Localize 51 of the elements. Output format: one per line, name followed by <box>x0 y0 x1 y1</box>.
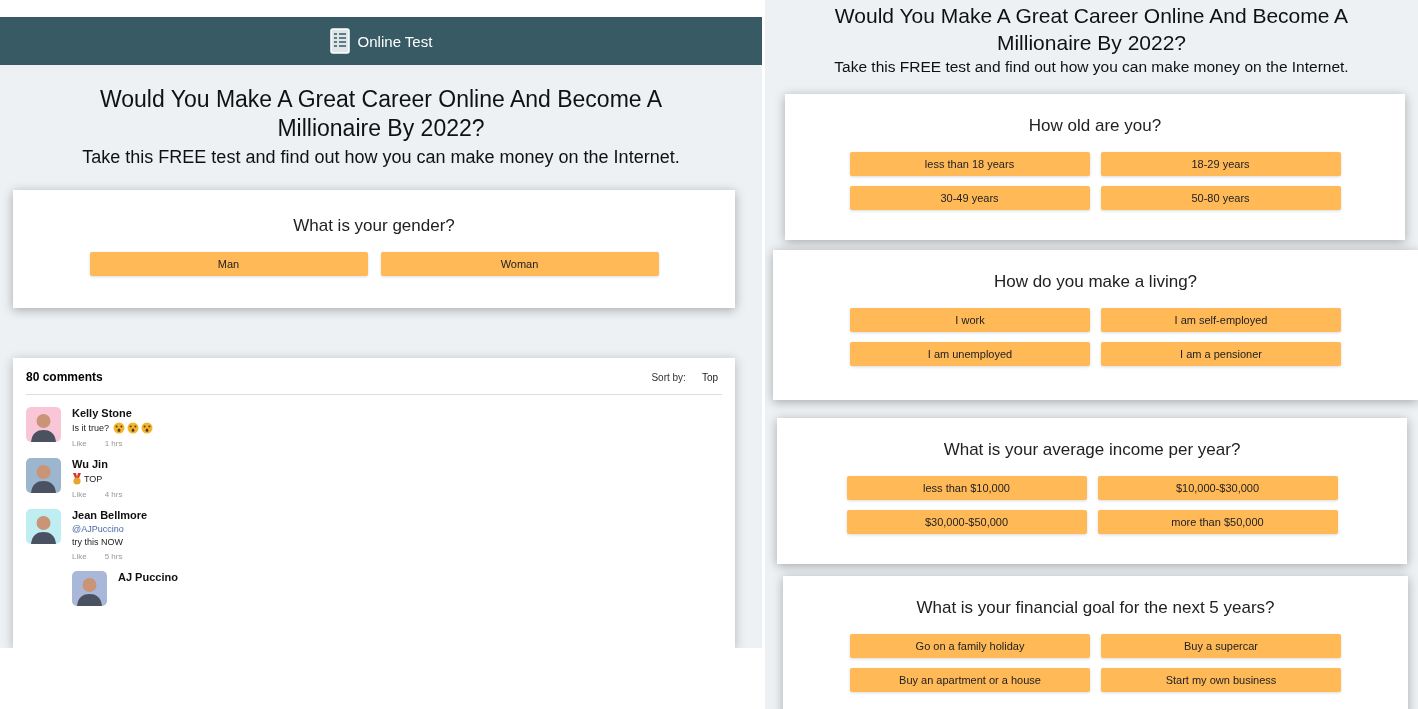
comment-text: Is it true? <box>72 423 109 433</box>
question-title: What is your average income per year? <box>942 440 1242 460</box>
comment-text: TOP <box>84 474 103 484</box>
answer-button[interactable]: less than $10,000 <box>846 476 1087 500</box>
headline: Would You Make A Great Career Online And Become A Millionaire By 2022? <box>833 3 1350 56</box>
question-title: What is your gender? <box>292 216 456 236</box>
shocked-face-icon <box>141 422 153 434</box>
answer-button[interactable]: less than 18 years <box>849 152 1090 176</box>
answer-button[interactable]: 50-80 years <box>1100 186 1341 210</box>
commenter-name[interactable]: Wu Jin <box>72 458 108 470</box>
answer-button[interactable]: Man <box>89 252 368 276</box>
commenter-name[interactable]: Jean Bellmore <box>72 509 148 521</box>
subheadline: Take this FREE test and find out how you can make money on the Internet. <box>833 58 1350 76</box>
answer-button[interactable]: $10,000-$30,000 <box>1097 476 1338 500</box>
comment-time: 4 hrs <box>104 490 123 499</box>
shocked-face-icon <box>127 422 139 434</box>
answer-button[interactable]: 30-49 years <box>849 186 1090 210</box>
answer-button[interactable]: Go on a family holiday <box>850 634 1090 658</box>
answer-button[interactable]: I work <box>850 308 1090 332</box>
subheadline: Take this FREE test and find out how you can make money on the Internet. <box>81 147 681 168</box>
answer-button[interactable]: Buy a supercar <box>1101 634 1341 658</box>
question-title: How do you make a living? <box>992 272 1199 292</box>
answer-button[interactable]: Start my own business <box>1101 668 1341 692</box>
answer-button[interactable]: I am self-employed <box>1101 308 1341 332</box>
answer-button[interactable]: I am a pensioner <box>1101 342 1341 366</box>
question-title: What is your financial goal for the next 5 years? <box>915 598 1276 618</box>
avatar <box>72 571 107 606</box>
sort-label: Sort by: <box>651 371 686 383</box>
comments-count: 80 comments <box>26 370 104 384</box>
commenter-name[interactable]: AJ Puccino <box>118 571 178 583</box>
comment-text: try this NOW <box>72 537 123 547</box>
shocked-face-icon <box>113 422 125 434</box>
avatar <box>26 407 61 442</box>
medal-icon <box>72 473 82 485</box>
mention-link[interactable]: @AJPuccino <box>72 524 124 534</box>
document-icon <box>329 28 350 54</box>
comment-time: 1 hrs <box>104 439 123 448</box>
answer-button[interactable]: 18-29 years <box>1100 152 1341 176</box>
avatar <box>26 458 61 493</box>
headline: Would You Make A Great Career Online And Become A Millionaire By 2022? <box>98 85 664 143</box>
comment-time: 5 hrs <box>104 552 123 561</box>
header-title: Online Test <box>357 32 433 50</box>
commenter-name[interactable]: Kelly Stone <box>72 407 132 419</box>
avatar <box>26 509 61 544</box>
answer-button[interactable]: I am unemployed <box>850 342 1090 366</box>
sort-dropdown[interactable]: Top <box>697 371 722 383</box>
answer-button[interactable]: Woman <box>380 252 659 276</box>
question-title: How old are you? <box>1027 116 1163 136</box>
answer-button[interactable]: $30,000-$50,000 <box>846 510 1087 534</box>
answer-button[interactable]: more than $50,000 <box>1097 510 1338 534</box>
answer-button[interactable]: Buy an apartment or a house <box>850 668 1090 692</box>
